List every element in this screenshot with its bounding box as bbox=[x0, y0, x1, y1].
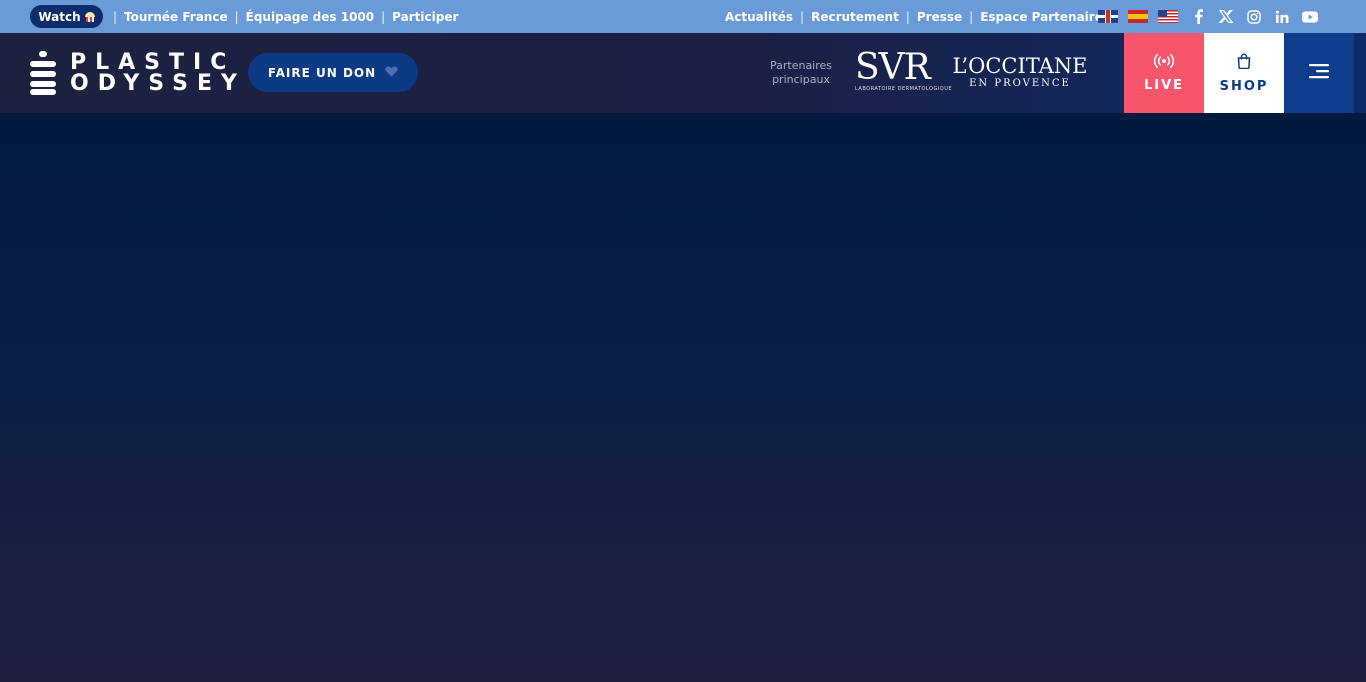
shopping-bag-icon bbox=[1237, 53, 1251, 73]
top-links-left: | Tournée France | Équipage des 1000 | P… bbox=[106, 0, 458, 33]
logo-wordmark: PLASTIC ODYSSEY bbox=[70, 50, 246, 96]
svr-wordmark: SVR bbox=[855, 47, 931, 88]
heart-icon bbox=[385, 66, 398, 80]
separator: | bbox=[800, 9, 805, 24]
facebook-icon[interactable] bbox=[1190, 9, 1206, 25]
logo-line-2: ODYSSEY bbox=[70, 71, 246, 96]
donate-button[interactable]: FAIRE UN DON bbox=[248, 53, 418, 92]
usa-flag-icon[interactable] bbox=[1158, 10, 1178, 23]
shop-button[interactable]: SHOP bbox=[1204, 33, 1284, 113]
watch-label: Watch bbox=[38, 9, 81, 24]
spain-flag-icon[interactable] bbox=[1128, 10, 1148, 23]
shop-label: SHOP bbox=[1219, 78, 1269, 94]
popcorn-icon bbox=[84, 11, 95, 22]
loccitane-subtitle: EN PROVENCE bbox=[969, 78, 1071, 89]
top-utility-bar: Watch | Tournée France | Équipage des 10… bbox=[0, 0, 1366, 33]
broadcast-icon bbox=[1152, 53, 1176, 72]
live-button[interactable]: LIVE bbox=[1124, 33, 1204, 113]
waves-logo-icon bbox=[30, 51, 56, 95]
separator: | bbox=[113, 9, 118, 24]
language-flags bbox=[1098, 10, 1178, 23]
top-links-right: Actualités | Recrutement | Presse | Espa… bbox=[725, 0, 1103, 33]
loccitane-wordmark: L’OCCITANE bbox=[952, 54, 1088, 78]
link-presse[interactable]: Presse bbox=[917, 10, 962, 24]
link-equipage[interactable]: Équipage des 1000 bbox=[246, 10, 374, 24]
uk-flag-icon[interactable] bbox=[1098, 10, 1118, 23]
link-actualites[interactable]: Actualités bbox=[725, 10, 793, 24]
separator: | bbox=[905, 9, 910, 24]
svr-partner-logo[interactable]: SVR LABORATOIRE DERMATOLOGIQUE bbox=[855, 47, 953, 94]
partners-label: Partenaires principaux bbox=[766, 59, 836, 87]
live-label: LIVE bbox=[1143, 78, 1185, 93]
separator: | bbox=[234, 9, 239, 24]
link-recrutement[interactable]: Recrutement bbox=[811, 10, 899, 24]
separator: | bbox=[969, 9, 974, 24]
logo-line-1: PLASTIC bbox=[70, 50, 236, 75]
linkedin-icon[interactable] bbox=[1274, 9, 1290, 25]
hamburger-menu-icon bbox=[1309, 63, 1329, 83]
donate-label: FAIRE UN DON bbox=[267, 65, 377, 80]
svr-subtitle: LABORATOIRE DERMATOLOGIQUE bbox=[855, 86, 953, 92]
watch-button[interactable]: Watch bbox=[30, 5, 103, 28]
hero-background bbox=[0, 113, 1366, 682]
instagram-icon[interactable] bbox=[1246, 9, 1262, 25]
plastic-odyssey-logo[interactable]: PLASTIC ODYSSEY bbox=[30, 51, 246, 95]
link-tournee-france[interactable]: Tournée France bbox=[124, 10, 228, 24]
youtube-icon[interactable] bbox=[1302, 9, 1318, 25]
social-links bbox=[1190, 0, 1318, 33]
main-header: PLASTIC ODYSSEY FAIRE UN DON Partenaires… bbox=[0, 33, 1366, 113]
link-participer[interactable]: Participer bbox=[392, 10, 458, 24]
loccitane-partner-logo[interactable]: L’OCCITANE EN PROVENCE bbox=[950, 54, 1090, 90]
partners-label-line-1: Partenaires bbox=[769, 59, 833, 72]
separator: | bbox=[381, 9, 386, 24]
x-icon[interactable] bbox=[1218, 9, 1234, 25]
menu-button[interactable] bbox=[1284, 33, 1354, 113]
partners-label-line-2: principaux bbox=[772, 73, 830, 86]
link-espace-partenaire[interactable]: Espace Partenaire bbox=[980, 10, 1103, 24]
